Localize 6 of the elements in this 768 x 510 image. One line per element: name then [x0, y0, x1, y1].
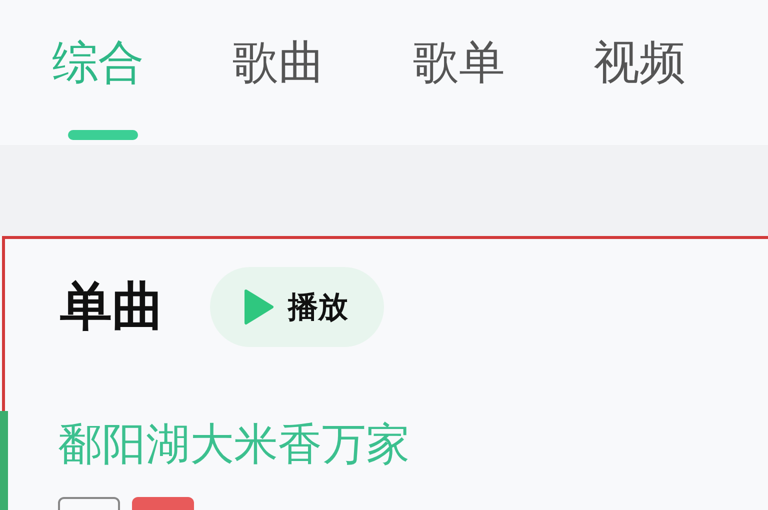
play-icon: [244, 289, 274, 325]
tab[interactable]: 歌曲: [226, 0, 407, 145]
section-title: 单曲: [60, 276, 164, 339]
play-button[interactable]: 播放: [210, 267, 384, 347]
tab[interactable]: 歌单: [407, 0, 588, 145]
tab[interactable]: 视频: [588, 0, 768, 145]
